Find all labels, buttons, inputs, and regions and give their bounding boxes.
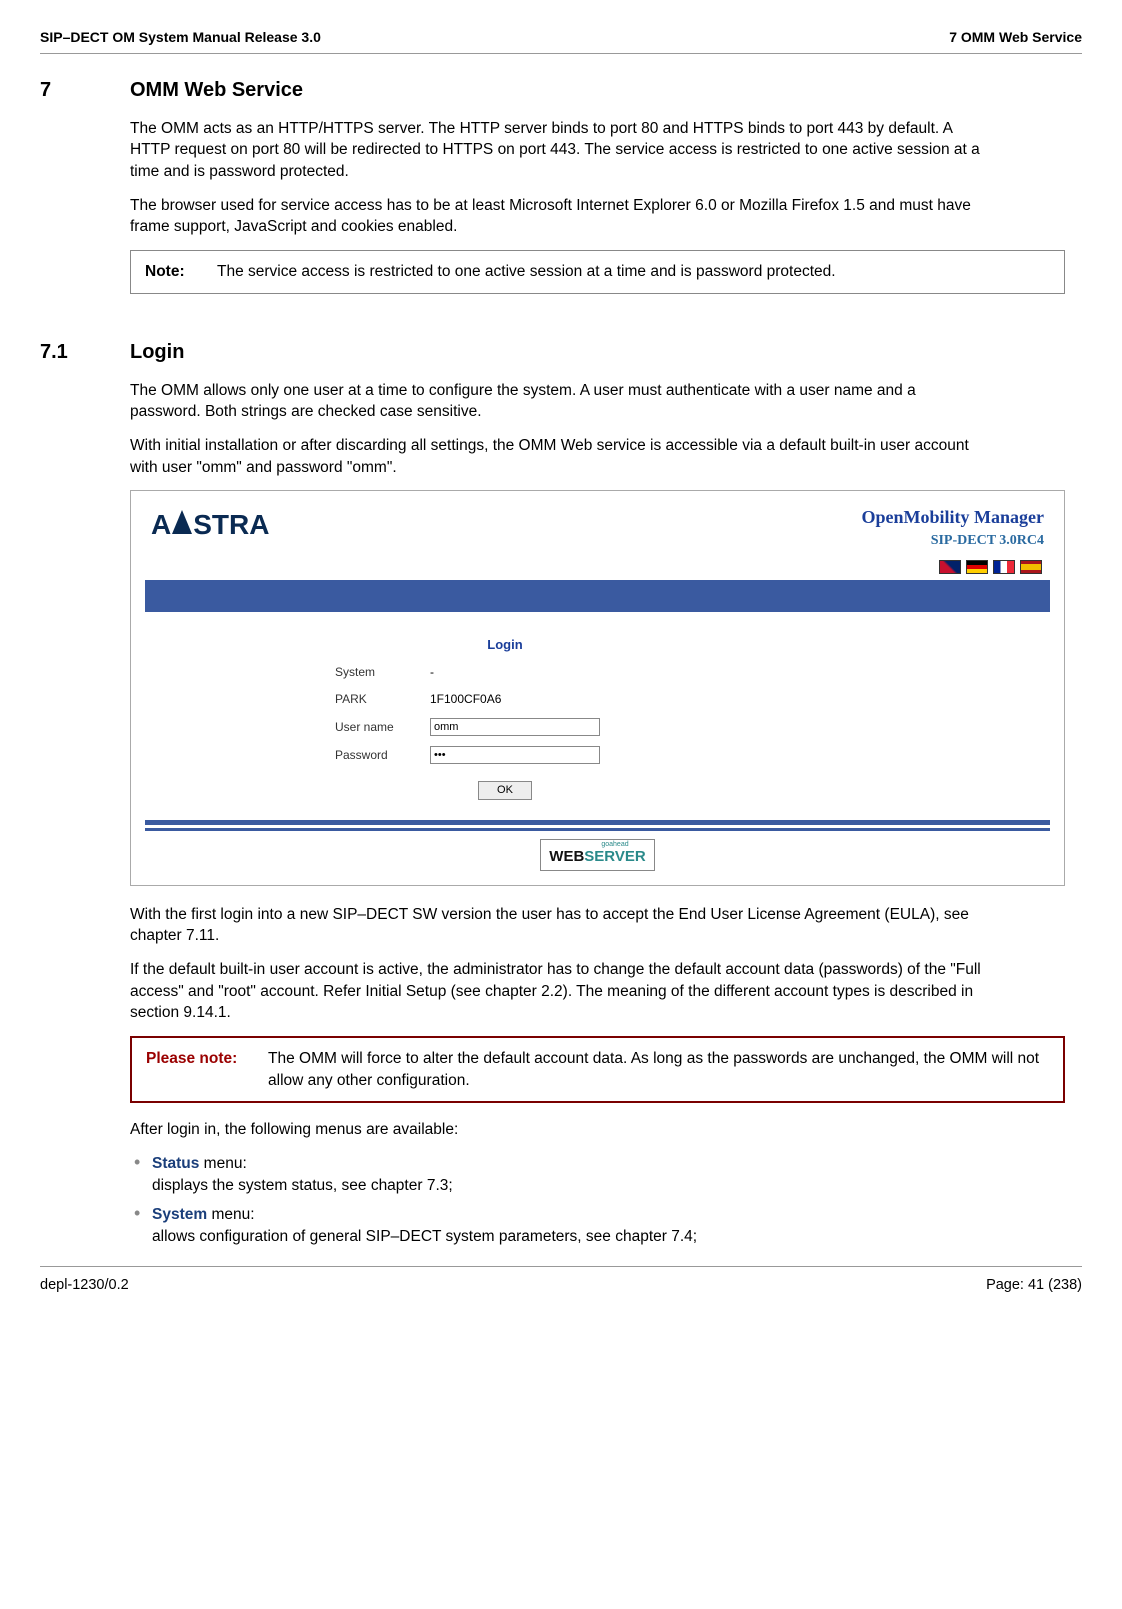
section-number: 7 <box>40 76 130 104</box>
note-label: Note: <box>145 261 217 283</box>
park-value: 1F100CF0A6 <box>430 691 675 708</box>
ws-server-text: SERVER <box>584 848 645 865</box>
system-value: - <box>430 664 675 681</box>
section7-p1: The OMM acts as an HTTP/HTTPS server. Th… <box>130 118 990 183</box>
section71-p4: If the default built-in user account is … <box>130 959 990 1024</box>
menu-desc: allows configuration of general SIP–DECT… <box>152 1228 697 1245</box>
please-note-text: The OMM will force to alter the default … <box>268 1048 1049 1091</box>
section71-p2: With initial installation or after disca… <box>130 435 990 478</box>
ws-web-text: WEB <box>549 848 584 865</box>
page-footer: depl-1230/0.2 Page: 41 (238) <box>40 1266 1082 1295</box>
language-flags <box>145 556 1050 580</box>
please-note-box: Please note: The OMM will force to alter… <box>130 1036 1065 1103</box>
flag-de-icon[interactable] <box>966 560 988 574</box>
section-number: 7.1 <box>40 338 130 366</box>
list-item: Status menu: displays the system status,… <box>130 1153 990 1196</box>
blue-header-bar <box>145 580 1050 612</box>
password-label: Password <box>335 747 430 764</box>
login-screenshot: A STRA OpenMobility Manager SIP-DECT 3.0… <box>130 490 1065 885</box>
section-title: OMM Web Service <box>130 76 303 104</box>
section-title: Login <box>130 338 184 366</box>
username-input[interactable] <box>430 718 600 736</box>
flag-uk-icon[interactable] <box>939 560 961 574</box>
page-header: SIP–DECT OM System Manual Release 3.0 7 … <box>40 28 1082 54</box>
webserver-logo: WEB goahead SERVER <box>540 839 654 870</box>
footer-right: Page: 41 (238) <box>986 1275 1082 1295</box>
please-note-label: Please note: <box>146 1048 268 1091</box>
menu-name: System <box>152 1206 207 1223</box>
park-label: PARK <box>335 691 430 708</box>
system-row: System - <box>335 664 675 681</box>
username-label: User name <box>335 719 430 736</box>
menu-list: Status menu: displays the system status,… <box>130 1153 990 1248</box>
section-7-heading: 7 OMM Web Service <box>130 76 1082 104</box>
logo-triangle-icon <box>172 510 192 541</box>
password-input[interactable] <box>430 746 600 764</box>
username-row: User name <box>335 718 675 736</box>
ok-button[interactable]: OK <box>478 781 532 800</box>
header-left: SIP–DECT OM System Manual Release 3.0 <box>40 28 321 48</box>
system-label: System <box>335 664 430 681</box>
logo-text-a: A <box>151 505 171 544</box>
product-title-block: OpenMobility Manager SIP-DECT 3.0RC4 <box>862 505 1045 550</box>
menu-desc: displays the system status, see chapter … <box>152 1177 453 1194</box>
park-row: PARK 1F100CF0A6 <box>335 691 675 708</box>
aastra-logo: A STRA <box>151 505 269 544</box>
header-right: 7 OMM Web Service <box>949 28 1082 48</box>
menu-rest: menu: <box>199 1155 246 1172</box>
section-71-heading: 7.1 Login <box>130 338 1082 366</box>
note-text: The service access is restricted to one … <box>217 261 1050 283</box>
note-box: Note: The service access is restricted t… <box>130 250 1065 294</box>
after-login-intro: After login in, the following menus are … <box>130 1119 990 1141</box>
password-row: Password <box>335 746 675 764</box>
section71-p1: The OMM allows only one user at a time t… <box>130 380 990 423</box>
section7-p2: The browser used for service access has … <box>130 195 990 238</box>
footer-left: depl-1230/0.2 <box>40 1275 129 1295</box>
flag-es-icon[interactable] <box>1020 560 1042 574</box>
logo-text-stra: STRA <box>193 505 269 544</box>
list-item: System menu: allows configuration of gen… <box>130 1204 990 1247</box>
section71-p3: With the first login into a new SIP–DECT… <box>130 904 990 947</box>
menu-rest: menu: <box>207 1206 254 1223</box>
menu-name: Status <box>152 1155 199 1172</box>
flag-fr-icon[interactable] <box>993 560 1015 574</box>
product-title: OpenMobility Manager <box>862 505 1045 530</box>
login-heading: Login <box>335 636 675 654</box>
product-subtitle: SIP-DECT 3.0RC4 <box>862 531 1045 551</box>
ws-goahead-text: goahead <box>584 843 645 847</box>
